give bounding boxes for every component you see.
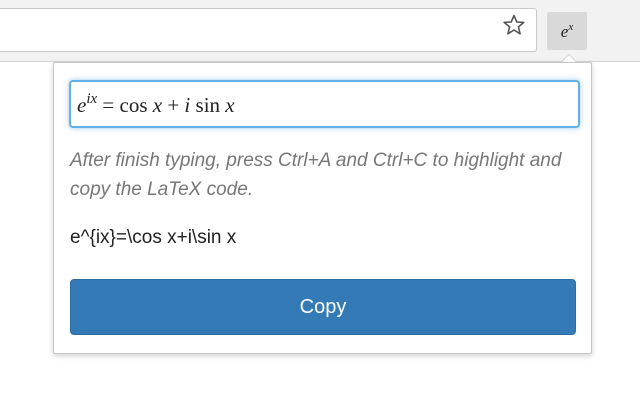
bookmark-star-button[interactable] — [499, 10, 529, 40]
math-expression: eix = cos x + i sin x — [77, 90, 235, 117]
copy-button[interactable]: Copy — [70, 279, 576, 335]
browser-toolbar: ex — [0, 0, 640, 62]
address-bar[interactable] — [0, 8, 537, 52]
extension-popup: eix = cos x + i sin x After finish typin… — [53, 62, 592, 354]
latex-code-output: e^{ix}=\cos x+i\sin x — [70, 227, 237, 248]
browser-window: ex eix = cos x + i sin x After finish ty… — [0, 0, 640, 400]
star-icon — [503, 14, 525, 35]
math-input-field[interactable]: eix = cos x + i sin x — [69, 80, 580, 128]
extension-icon: ex — [560, 21, 574, 41]
latex-extension-button[interactable]: ex — [547, 12, 587, 50]
instruction-text: After finish typing, press Ctrl+A and Ct… — [70, 150, 562, 200]
